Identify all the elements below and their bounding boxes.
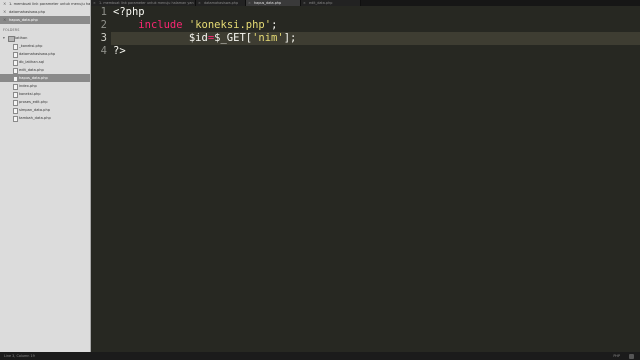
- code-line: <?php: [113, 6, 145, 19]
- code-line: $id=$_GET['nim'];: [113, 32, 297, 45]
- file-label: hapus_data.php: [19, 76, 48, 80]
- file-icon: [13, 59, 18, 66]
- folders-header: FOLDERS: [3, 28, 20, 32]
- file-label: _koneksi.php: [19, 44, 43, 48]
- syntax-mode[interactable]: PHP: [613, 352, 620, 360]
- code-token: 'koneksi.php': [188, 19, 272, 31]
- file-label: edit_data.php: [19, 68, 44, 72]
- file-item[interactable]: proses_edit.php: [0, 98, 90, 106]
- panel-toggle-icon[interactable]: [629, 353, 634, 359]
- open-file-item[interactable]: × hapus_data.php: [0, 16, 90, 24]
- file-label: db_latihan.sql: [19, 60, 45, 64]
- file-label: simpan_data.php: [19, 108, 51, 112]
- file-item[interactable]: simpan_data.php: [0, 106, 90, 114]
- tab-label: datamahasiswa.php: [204, 1, 239, 5]
- file-label: tambah_data.php: [19, 116, 51, 120]
- line-number: 2: [100, 19, 107, 31]
- file-item[interactable]: datamahasiswa.php: [0, 50, 90, 58]
- line-number: 3: [100, 32, 107, 44]
- folder-label: latihan: [15, 36, 28, 40]
- code-token: 'nim': [252, 32, 284, 44]
- line-number: 4: [100, 45, 107, 57]
- tab-label: edit_data.php: [309, 1, 333, 5]
- file-item[interactable]: koneksi.php: [0, 90, 90, 98]
- open-file-item[interactable]: × 1. membuat link parameter untuk menuju …: [0, 0, 90, 8]
- file-icon: [13, 115, 18, 122]
- open-file-label: hapus_data.php: [9, 18, 38, 22]
- file-item[interactable]: index.php: [0, 82, 90, 90]
- tab-label: 1. membuat link parameter untuk menuju h…: [99, 1, 194, 5]
- open-files-list: × 1. membuat link parameter untuk menuju …: [0, 0, 90, 24]
- close-icon[interactable]: ×: [3, 16, 6, 24]
- file-icon: [13, 51, 18, 58]
- file-icon: [13, 75, 18, 82]
- code-token: $_GET[: [214, 32, 253, 44]
- status-bar: Line 3, Column 19 PHP: [0, 352, 640, 360]
- folder-latihan[interactable]: ▾ latihan: [0, 34, 90, 42]
- file-icon: [13, 107, 18, 114]
- sidebar: × 1. membuat link parameter untuk menuju …: [0, 0, 91, 352]
- code-token: <?php: [113, 6, 145, 18]
- file-label: index.php: [19, 84, 37, 88]
- file-item[interactable]: hapus_data.php: [0, 74, 90, 82]
- close-icon[interactable]: ×: [3, 8, 6, 16]
- cursor-position: Line 3, Column 19: [4, 354, 35, 358]
- close-icon[interactable]: ×: [3, 0, 6, 8]
- code-line: include 'koneksi.php';: [113, 19, 277, 32]
- file-item[interactable]: tambah_data.php: [0, 114, 90, 122]
- file-icon: [13, 43, 18, 50]
- code-token: ?>: [113, 45, 126, 57]
- chevron-down-icon[interactable]: ▾: [3, 34, 5, 42]
- file-icon: [13, 83, 18, 90]
- file-icon: [13, 91, 18, 98]
- file-tree: _koneksi.php datamahasiswa.php db_latihan.…: [0, 42, 90, 122]
- code-token: include: [138, 19, 183, 31]
- tab-label: hapus_data.php: [254, 1, 282, 5]
- code-token: ;: [271, 19, 278, 31]
- file-label: datamahasiswa.php: [19, 52, 56, 56]
- file-item[interactable]: db_latihan.sql: [0, 58, 90, 66]
- file-item[interactable]: _koneksi.php: [0, 42, 90, 50]
- code-line: ?>: [113, 45, 126, 58]
- file-icon: [13, 99, 18, 106]
- open-file-label: 1. membuat link parameter untuk menuju h…: [9, 2, 91, 6]
- line-number: 1: [100, 6, 107, 18]
- file-label: proses_edit.php: [19, 100, 48, 104]
- line-number-gutter: 1234: [91, 6, 111, 352]
- code-token: $id: [188, 32, 208, 44]
- file-icon: [13, 67, 18, 74]
- open-file-label: datamahasiswa.php: [9, 10, 46, 14]
- open-file-item[interactable]: × datamahasiswa.php: [0, 8, 90, 16]
- code-editor[interactable]: <?php include 'koneksi.php'; $id=$_GET['…: [113, 6, 633, 352]
- code-token: ];: [283, 32, 297, 44]
- file-label: koneksi.php: [19, 92, 41, 96]
- file-item[interactable]: edit_data.php: [0, 66, 90, 74]
